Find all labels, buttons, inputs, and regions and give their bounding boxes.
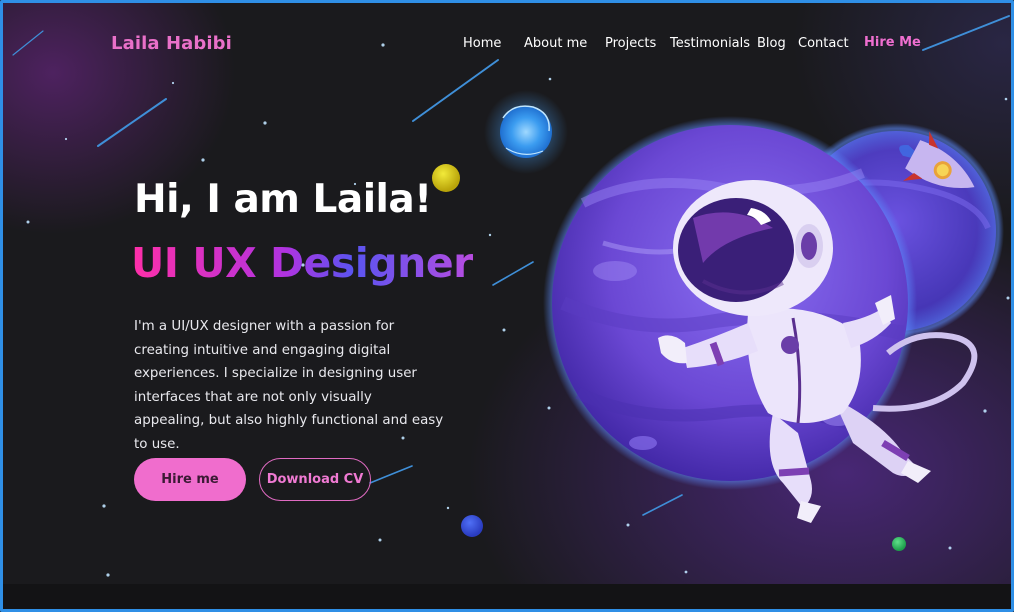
hire-me-button[interactable]: Hire me	[134, 458, 246, 501]
hero-greeting: Hi, I am Laila!	[134, 177, 432, 222]
nav-item-testimonials[interactable]: Testimonials	[670, 36, 750, 51]
nav-item-about[interactable]: About me	[524, 36, 587, 51]
nav-item-home[interactable]: Home	[463, 36, 501, 51]
blue-moon-icon	[461, 515, 483, 537]
hero-role-title: UI UX Designer	[131, 239, 473, 287]
nav-hire-me-link[interactable]: Hire Me	[864, 35, 921, 50]
nav-item-projects[interactable]: Projects	[605, 36, 656, 51]
green-moon-icon	[892, 537, 906, 551]
download-cv-button[interactable]: Download CV	[259, 458, 371, 501]
nav-item-blog[interactable]: Blog	[757, 36, 786, 51]
blue-sun-icon	[484, 90, 568, 174]
nav-item-contact[interactable]: Contact	[798, 36, 849, 51]
page-frame: Laila Habibi Home About me Projects Test…	[0, 0, 1014, 612]
hero-bio: I'm a UI/UX designer with a passion for …	[134, 319, 444, 452]
yellow-planet-icon	[432, 164, 460, 192]
hero-illustration	[432, 90, 1004, 551]
brand-logo[interactable]: Laila Habibi	[111, 33, 232, 54]
page-bottom-strip	[3, 584, 1011, 609]
